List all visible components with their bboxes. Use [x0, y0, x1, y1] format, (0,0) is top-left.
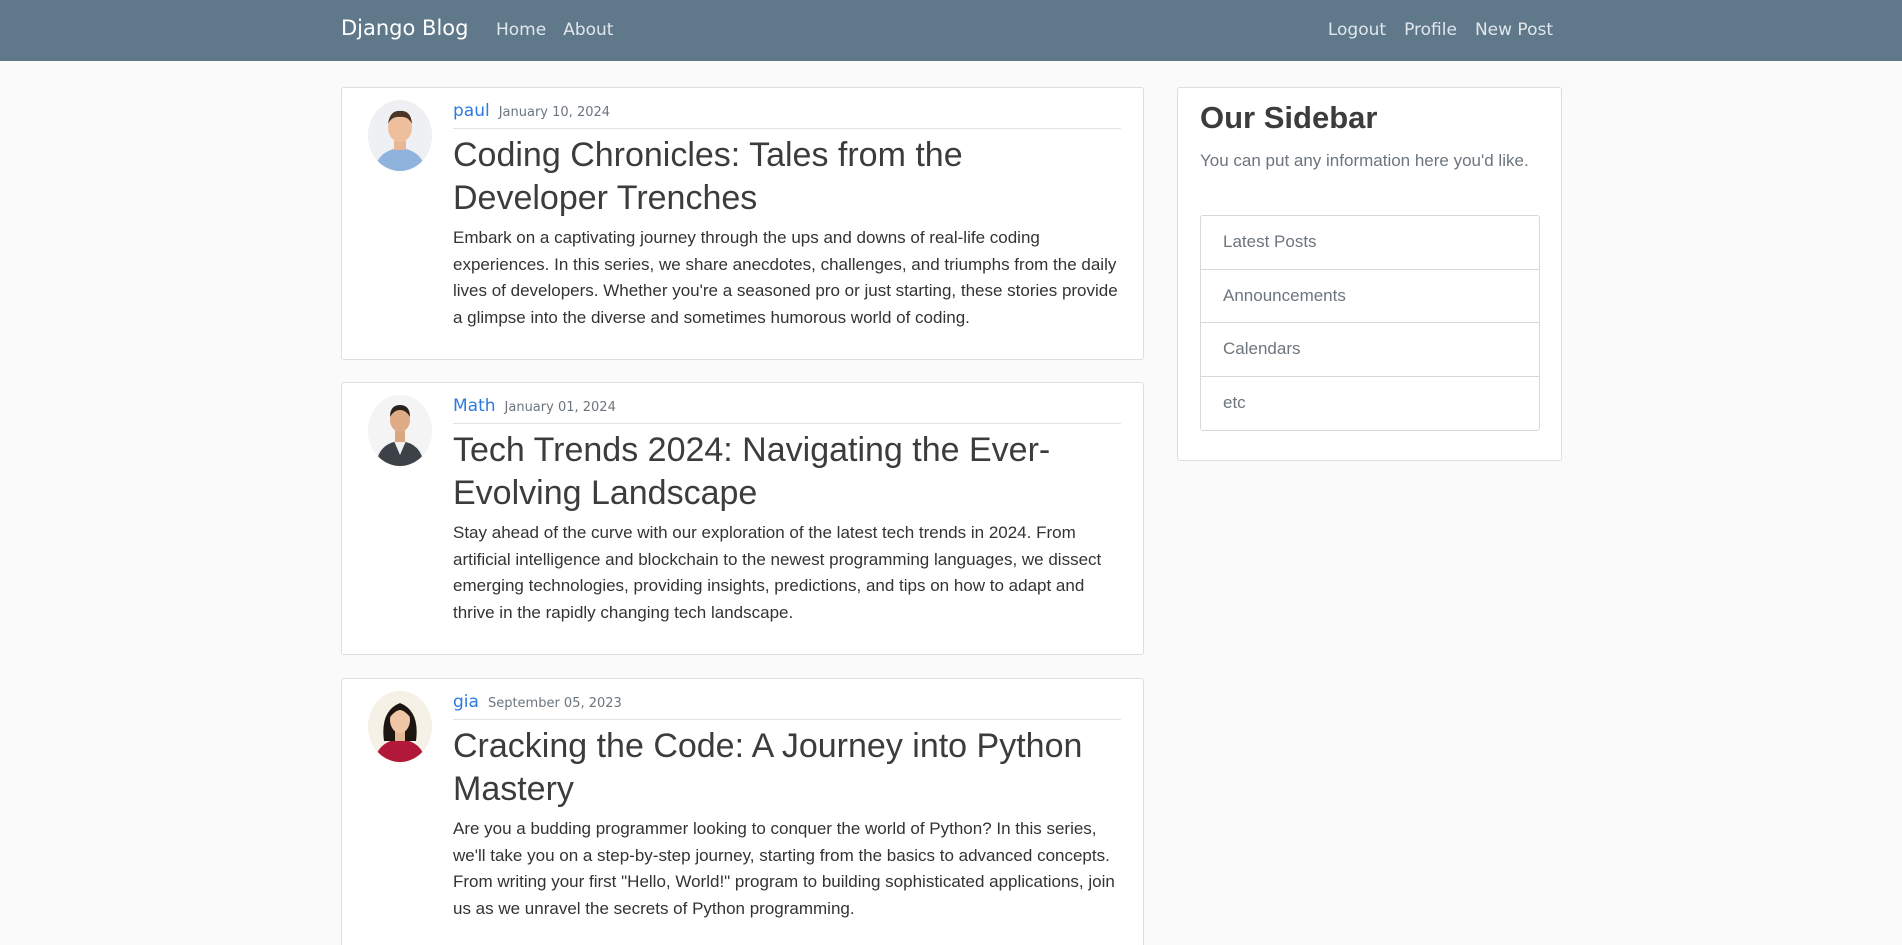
author-avatar	[368, 395, 432, 466]
post-meta: Math January 01, 2024	[453, 396, 1121, 424]
post-author-link[interactable]: gia	[453, 692, 479, 712]
top-navbar: Django Blog Home About Logout Profile Ne…	[0, 0, 1902, 61]
nav-profile-link[interactable]: Profile	[1404, 20, 1457, 40]
sidebar-item-calendars[interactable]: Calendars	[1201, 323, 1539, 377]
sidebar-heading: Our Sidebar	[1200, 100, 1378, 135]
post-meta: paul January 10, 2024	[453, 101, 1121, 129]
sidebar-item-announcements[interactable]: Announcements	[1201, 270, 1539, 323]
nav-about-link[interactable]: About	[563, 20, 613, 40]
post-author-link[interactable]: paul	[453, 101, 490, 121]
person-avatar-icon	[368, 395, 432, 466]
nav-new-post-link[interactable]: New Post	[1475, 20, 1553, 40]
sidebar-item-etc[interactable]: etc	[1201, 377, 1539, 431]
post-card: paul January 10, 2024 Coding Chronicles: …	[341, 87, 1144, 360]
post-title-link[interactable]: Coding Chronicles: Tales from the Develo…	[453, 134, 1121, 220]
post-title-link[interactable]: Cracking the Code: A Journey into Python…	[453, 725, 1121, 811]
author-avatar	[368, 691, 432, 762]
sidebar: Our Sidebar You can put any information …	[1177, 87, 1562, 461]
nav-logout-link[interactable]: Logout	[1328, 20, 1386, 40]
sidebar-item-latest-posts[interactable]: Latest Posts	[1201, 216, 1539, 270]
person-avatar-icon	[368, 691, 432, 762]
person-avatar-icon	[368, 100, 432, 171]
post-meta: gia September 05, 2023	[453, 692, 1121, 720]
post-title-link[interactable]: Tech Trends 2024: Navigating the Ever-Ev…	[453, 429, 1121, 515]
post-card: gia September 05, 2023 Cracking the Code:…	[341, 678, 1144, 945]
sidebar-list: Latest Posts Announcements Calendars etc	[1200, 215, 1540, 431]
post-date: January 10, 2024	[498, 105, 611, 120]
post-excerpt: Embark on a captivating journey through …	[453, 228, 1118, 327]
post-card: Math January 01, 2024 Tech Trends 2024: N…	[341, 382, 1144, 655]
post-author-link[interactable]: Math	[453, 396, 496, 416]
post-excerpt: Stay ahead of the curve with our explora…	[453, 523, 1102, 622]
brand-link[interactable]: Django Blog	[341, 16, 468, 40]
post-date: January 01, 2024	[504, 400, 616, 415]
post-date: September 05, 2023	[487, 696, 622, 711]
post-excerpt: Are you a budding programmer looking to …	[453, 819, 1115, 918]
author-avatar	[368, 100, 432, 171]
nav-home-link[interactable]: Home	[496, 20, 546, 40]
sidebar-description: You can put any information here you'd l…	[1200, 151, 1529, 170]
